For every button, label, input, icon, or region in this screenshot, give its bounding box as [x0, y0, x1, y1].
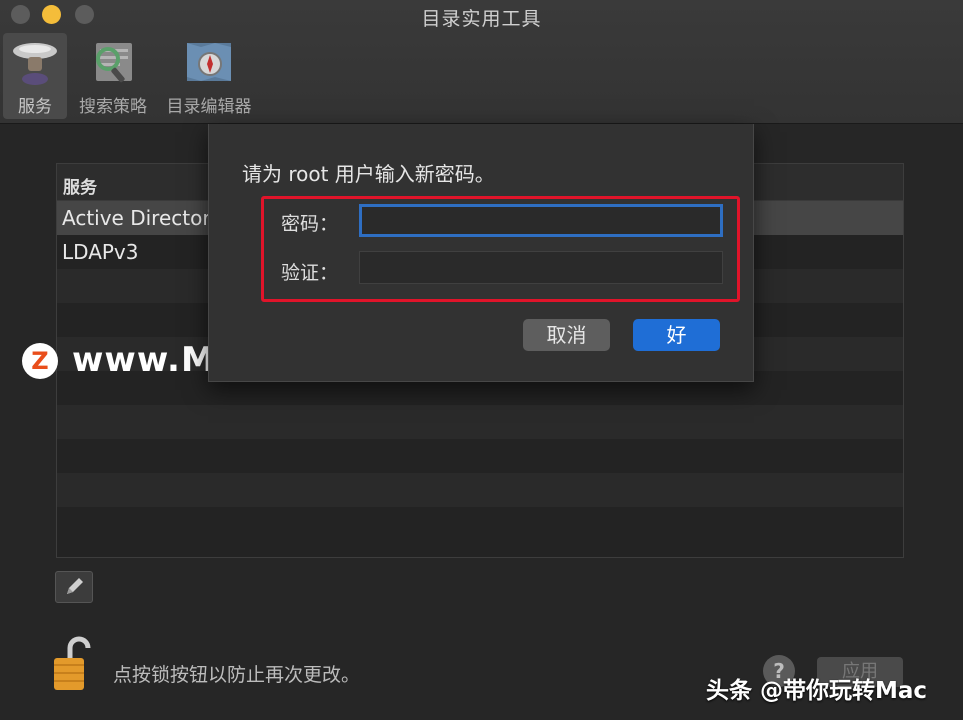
toolbar-search-policy-button[interactable]: 搜索策略: [73, 33, 153, 119]
empty-row: [57, 507, 903, 541]
toolbar-services-button[interactable]: 服务: [3, 33, 67, 119]
cancel-button[interactable]: 取消: [523, 319, 610, 351]
toolbar-directory-editor-label: 目录编辑器: [166, 97, 252, 117]
edit-button[interactable]: [55, 571, 93, 603]
brand-watermark: 头条 @带你玩转Mac: [706, 678, 928, 704]
toolbar-search-policy-label: 搜索策略: [79, 97, 147, 117]
verify-password-field[interactable]: [359, 251, 723, 284]
empty-row: [57, 439, 903, 473]
ok-button[interactable]: 好: [633, 319, 720, 351]
lock-hint-text: 点按锁按钮以防止再次更改。: [113, 664, 361, 686]
toolbar-directory-editor-button[interactable]: 目录编辑器: [160, 33, 258, 119]
lock-icon[interactable]: [52, 634, 92, 692]
empty-row: [57, 405, 903, 439]
new-password-dialog: 请为 root 用户输入新密码。 密码： 验证： 取消 好: [208, 124, 754, 382]
empty-row: [57, 473, 903, 507]
toolbar-services-label: 服务: [18, 97, 52, 117]
pencil-icon: [67, 578, 83, 594]
title-bar: 目录实用工具 服务 搜索策略 目录编辑器: [0, 0, 963, 124]
verify-label: 验证：: [281, 262, 339, 284]
window-title: 目录实用工具: [421, 8, 542, 30]
directory-editor-icon: [187, 43, 231, 81]
search-policy-icon: [96, 43, 132, 83]
services-icon: [13, 43, 57, 85]
watermark-logo: Z: [22, 343, 58, 379]
app-window: 目录实用工具 服务 搜索策略 目录编辑器 服务 Active Directory…: [0, 0, 963, 720]
row-label: Active Directory: [62, 206, 223, 230]
dialog-message: 请为 root 用户输入新密码。: [242, 162, 495, 186]
password-field[interactable]: [359, 204, 723, 237]
row-label: LDAPv3: [62, 240, 139, 264]
password-label: 密码：: [281, 213, 339, 235]
